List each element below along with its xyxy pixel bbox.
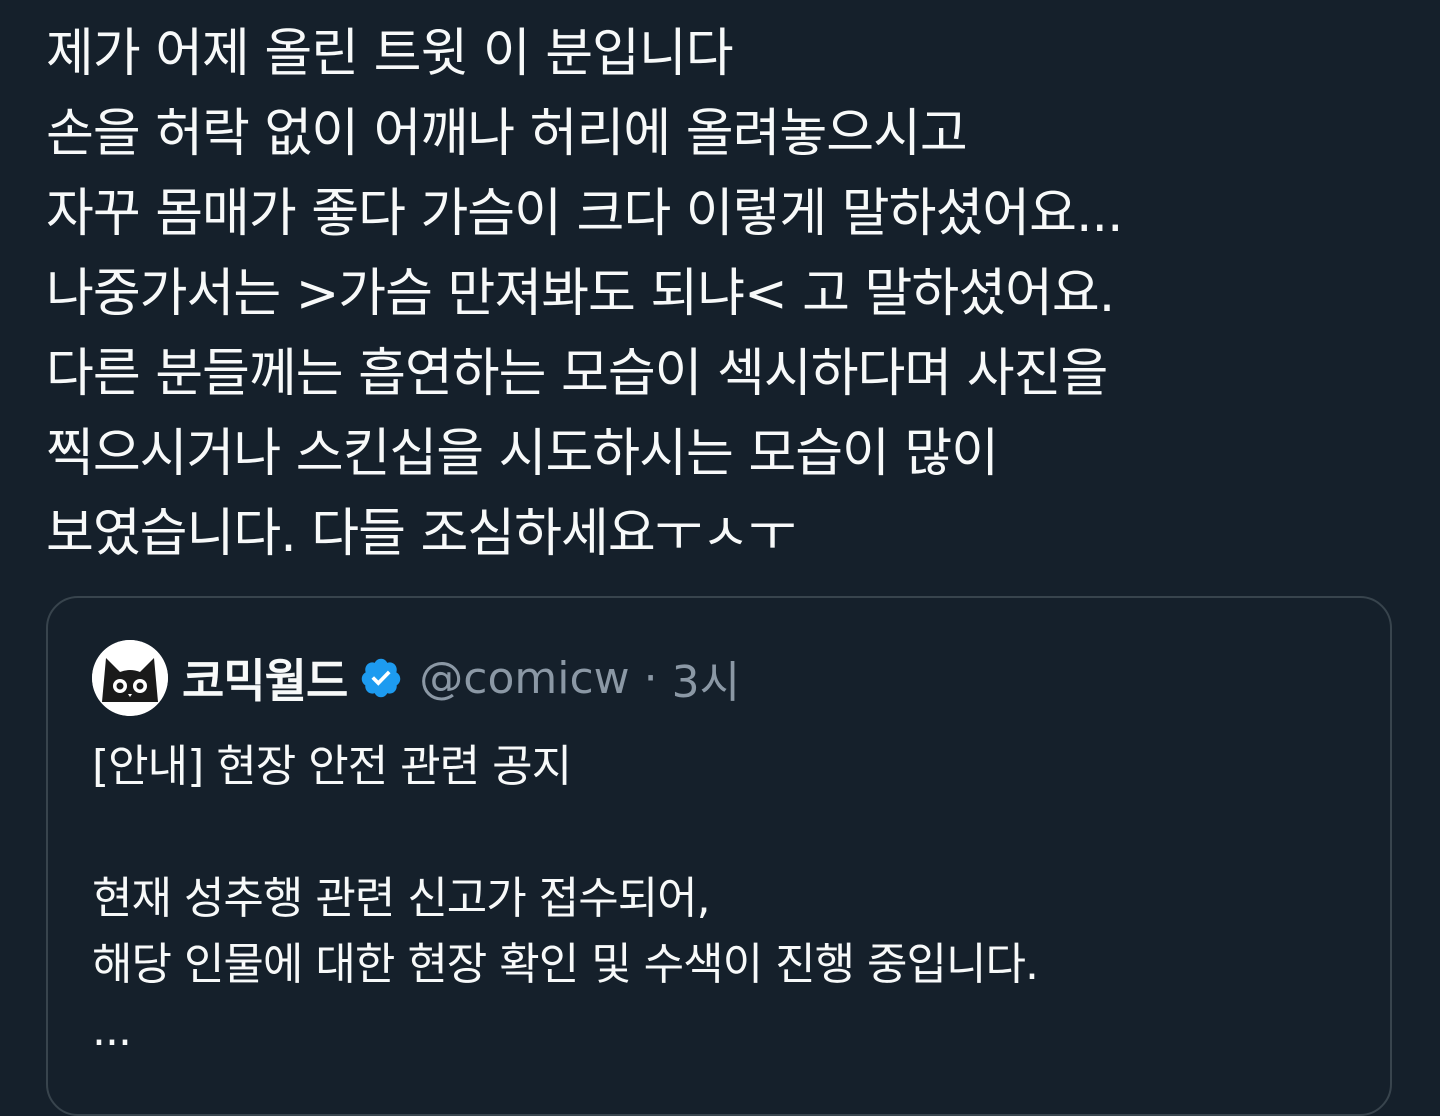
tweet: 제가 어제 올린 트윗 이 분입니다 손을 허락 없이 어깨나 허리에 올려놓으… bbox=[0, 0, 1440, 1116]
tweet-text-line: 제가 어제 올린 트윗 이 분입니다 bbox=[46, 24, 734, 84]
quoted-tweet-text: [안내] 현장 안전 관련 공지 현재 성추행 관련 신고가 접수되어, 해당 … bbox=[92, 734, 1352, 1064]
quoted-tweet-card[interactable]: 코믹월드 @comicw · 3시 [안내] 현장 안전 관련 공지 현재 성추… bbox=[46, 596, 1392, 1116]
tweet-text-line: 다른 분들께는 흡연하는 모습이 섹시하다며 사진을 bbox=[46, 344, 1108, 404]
tweet-text-line: 자꾸 몸매가 좋다 가슴이 크다 이렇게 말하셨어요... bbox=[46, 184, 1124, 244]
display-name[interactable]: 코믹월드 bbox=[182, 645, 348, 711]
quoted-tweet-line: [안내] 현장 안전 관련 공지 bbox=[92, 741, 572, 792]
quoted-tweet-blank-line bbox=[92, 800, 1352, 866]
quoted-tweet-line: 현재 성추행 관련 신고가 접수되어, bbox=[92, 873, 711, 924]
timestamp[interactable]: 3시 bbox=[672, 646, 740, 710]
tweet-text-line: 손을 허락 없이 어깨나 허리에 올려놓으시고 bbox=[46, 104, 968, 164]
quoted-tweet-ellipsis: ... bbox=[92, 1005, 132, 1056]
quoted-tweet-line: 해당 인물에 대한 현장 확인 및 수색이 진행 중입니다. bbox=[92, 939, 1039, 990]
tweet-text-line: 보였습니다. 다들 조심하세요ㅜㅅㅜ bbox=[46, 504, 796, 564]
user-handle[interactable]: @comicw bbox=[419, 653, 629, 704]
tweet-text-line: 찍으시거나 스킨십을 시도하시는 모습이 많이 bbox=[46, 424, 999, 484]
separator-dot: · bbox=[643, 652, 658, 704]
cat-avatar-icon[interactable] bbox=[92, 640, 168, 716]
tweet-text: 제가 어제 올린 트윗 이 분입니다 손을 허락 없이 어깨나 허리에 올려놓으… bbox=[46, 14, 1406, 574]
quoted-tweet-header: 코믹월드 @comicw · 3시 bbox=[92, 640, 740, 716]
tweet-text-line: 나중가서는 >가슴 만져봐도 되냐< 고 말하셨어요. bbox=[46, 264, 1115, 324]
verified-badge-icon bbox=[362, 658, 401, 698]
